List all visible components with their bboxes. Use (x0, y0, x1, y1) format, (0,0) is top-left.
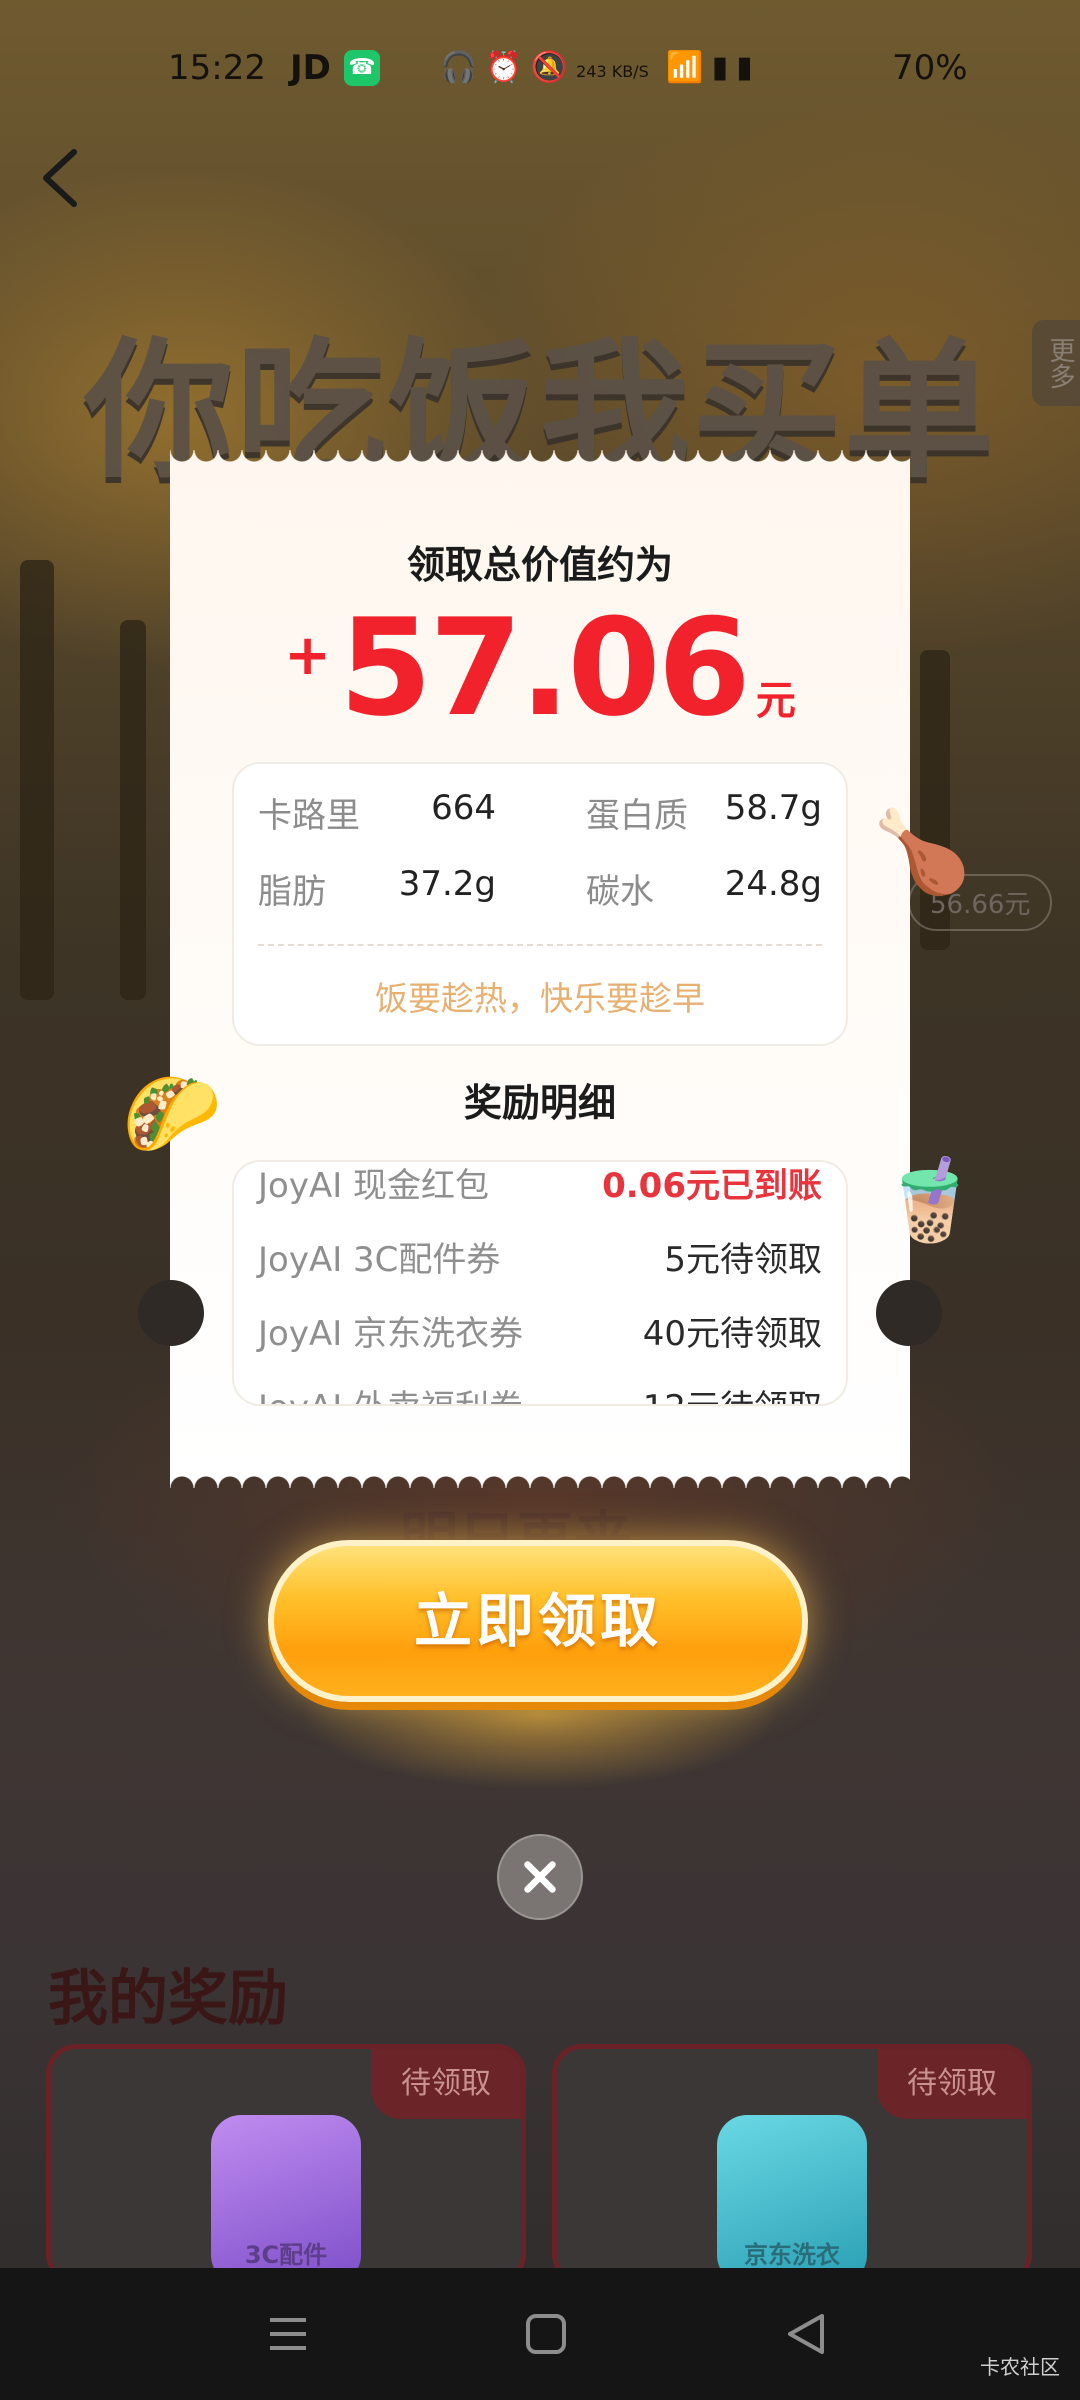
reward-card-laundry[interactable]: 待领取 京东洗衣 (552, 2044, 1032, 2284)
total-amount: +57.06 元 (170, 590, 910, 746)
status-bar: 15:22 JD ☎ 🎧⏰🔕243 KB/S 📶▮▮ 70% (0, 40, 1080, 100)
reward-card-3c[interactable]: 待领取 3C配件 (46, 2044, 526, 2284)
status-badge: 待领取 (877, 2049, 1027, 2119)
menu-icon[interactable] (266, 2312, 310, 2356)
bubble-tea-icon: 🧋 (880, 1153, 980, 1246)
taco-icon: 🌮 (122, 1067, 222, 1160)
reward-card-label: 3C配件 (244, 2241, 328, 2269)
status-icons: 🎧⏰🔕243 KB/S 📶▮▮ (440, 50, 761, 85)
nutrition-value: 37.2g (398, 864, 496, 904)
dashed-divider (258, 944, 822, 946)
tree-trunk (20, 560, 54, 1000)
nutrition-label: 卡路里 (258, 796, 360, 836)
watermark: 卡农社区 (980, 2355, 1060, 2379)
close-icon[interactable] (497, 1834, 583, 1920)
card-bottom-edge (170, 1464, 910, 1488)
nutrition-value: 664 (431, 788, 496, 828)
fried-chicken-icon: 🍗 (872, 805, 972, 898)
home-icon[interactable] (524, 2312, 568, 2356)
wifi-icon: 📶 (666, 50, 712, 85)
reward-name: JoyAI 京东洗衣券 (258, 1314, 524, 1354)
list-item: JoyAI 3C配件券 5元待领取 (258, 1232, 822, 1306)
detail-title: 奖励明细 (463, 1081, 616, 1125)
list-item: JoyAI 外卖福利券 12元待领取 (258, 1380, 822, 1404)
back-arrow-icon[interactable] (38, 148, 82, 208)
net-speed: 243 KB/S (576, 62, 649, 81)
amount-prefix: + (284, 623, 332, 688)
nutrition-panel: 卡路里 664 蛋白质 58.7g 脂肪 37.2g 碳水 24.8g 饭要趁热… (232, 762, 848, 1046)
claim-now-button[interactable]: 立即领取 (268, 1540, 808, 1702)
reward-name: JoyAI 现金红包 (258, 1166, 490, 1206)
my-rewards-title: 我的奖励 (48, 1964, 288, 2034)
nutrition-value: 24.8g (724, 864, 822, 904)
list-item: JoyAI 京东洗衣券 40元待领取 (258, 1306, 822, 1380)
reward-status: 5元待领取 (664, 1240, 822, 1280)
list-item: JoyAI 现金红包 0.06元已到账 (258, 1162, 822, 1232)
reward-name: JoyAI 外卖福利券 (258, 1380, 523, 1404)
back-triangle-icon[interactable] (784, 2312, 828, 2356)
signal-icon: ▮▮ (711, 50, 761, 85)
phone-call-icon: ☎ (344, 50, 380, 86)
reward-detail-list[interactable]: JoyAI 现金红包 0.06元已到账 JoyAI 3C配件券 5元待领取 Jo… (232, 1160, 848, 1406)
nutrition-label: 脂肪 (258, 872, 326, 912)
reward-status: 12元待领取 (643, 1380, 822, 1404)
status-badge: 待领取 (371, 2049, 521, 2119)
status-carrier: JD (290, 48, 331, 88)
alarm-icon: ⏰ (485, 50, 531, 85)
nutrition-label: 碳水 (586, 872, 654, 912)
amount-value: 57.06 (339, 590, 751, 746)
reward-status: 0.06元已到账 (602, 1166, 822, 1206)
reward-card-label: 京东洗衣 (744, 2241, 840, 2269)
amount-unit: 元 (755, 678, 796, 724)
system-nav-bar: 卡农社区 (0, 2268, 1080, 2400)
modal-title: 领取总价值约为 (406, 543, 673, 587)
status-time: 15:22 (168, 48, 266, 88)
nutrition-label: 蛋白质 (586, 796, 688, 836)
tree-trunk (120, 620, 146, 1000)
card-left-notch (138, 1280, 204, 1346)
headphones-icon: 🎧 (440, 50, 486, 85)
nutrition-value: 58.7g (724, 788, 822, 828)
side-more-tab[interactable]: 更多 (1032, 320, 1080, 406)
card-right-notch (876, 1280, 942, 1346)
reward-name: JoyAI 3C配件券 (258, 1240, 501, 1280)
reward-status: 40元待领取 (642, 1314, 822, 1354)
slogan-text: 饭要趁热，快乐要趁早 (375, 979, 705, 1018)
battery-level: 70% (892, 48, 968, 88)
mute-icon: 🔕 (530, 50, 577, 85)
